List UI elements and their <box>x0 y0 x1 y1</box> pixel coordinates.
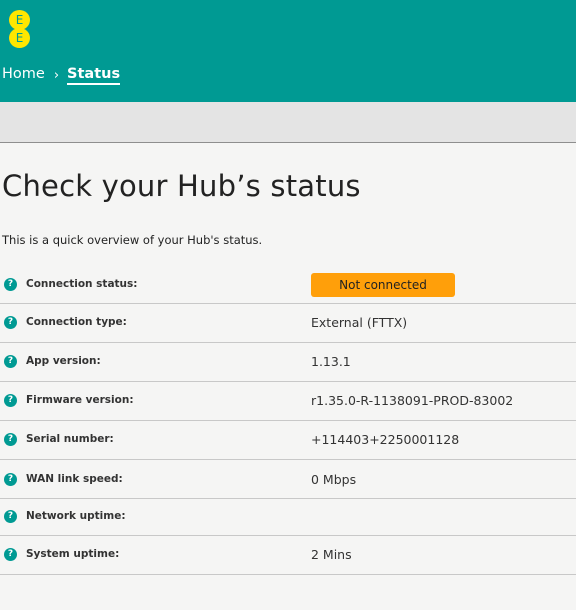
breadcrumb: Home › Status <box>2 64 121 85</box>
status-value: External (FTTX) <box>311 315 408 330</box>
ee-logo[interactable]: E E <box>9 10 31 48</box>
status-value: 1.13.1 <box>311 354 351 369</box>
status-label: Network uptime: <box>26 510 126 522</box>
logo-letter-bottom: E <box>9 28 30 48</box>
status-row-wan-link-speed: ? WAN link speed: 0 Mbps <box>0 460 576 499</box>
status-value: 0 Mbps <box>311 472 357 487</box>
help-icon[interactable]: ? <box>4 510 17 523</box>
connection-status-badge: Not connected <box>311 273 455 297</box>
help-icon[interactable]: ? <box>4 473 17 486</box>
status-label: Connection status: <box>26 278 138 290</box>
breadcrumb-home-link[interactable]: Home <box>2 66 45 82</box>
status-label: Connection type: <box>26 316 127 328</box>
breadcrumb-current-status[interactable]: Status <box>67 66 121 85</box>
status-table: ? Connection status: Not connected ? Con… <box>0 265 576 575</box>
status-row-system-uptime: ? System uptime: 2 Mins <box>0 536 576 575</box>
status-label: Serial number: <box>26 433 114 445</box>
status-value: 2 Mins <box>311 547 352 562</box>
page-intro-text: This is a quick overview of your Hub's s… <box>2 233 263 247</box>
help-icon[interactable]: ? <box>4 316 17 329</box>
status-row-connection-type: ? Connection type: External (FTTX) <box>0 304 576 343</box>
status-value: +114403+2250001128 <box>311 432 460 447</box>
help-icon[interactable]: ? <box>4 433 17 446</box>
help-icon[interactable]: ? <box>4 355 17 368</box>
status-label: App version: <box>26 355 101 367</box>
status-label: System uptime: <box>26 548 120 560</box>
help-icon[interactable]: ? <box>4 278 17 291</box>
help-icon[interactable]: ? <box>4 548 17 561</box>
status-row-network-uptime: ? Network uptime: <box>0 499 576 536</box>
status-row-app-version: ? App version: 1.13.1 <box>0 343 576 382</box>
logo-letter-top: E <box>9 10 30 30</box>
status-row-firmware-version: ? Firmware version: r1.35.0-R-1138091-PR… <box>0 382 576 421</box>
sub-navigation-bar <box>0 102 576 143</box>
status-row-serial-number: ? Serial number: +114403+2250001128 <box>0 421 576 460</box>
page-title: Check your Hub’s status <box>2 169 361 203</box>
status-label: Firmware version: <box>26 394 134 406</box>
help-icon[interactable]: ? <box>4 394 17 407</box>
chevron-right-icon: › <box>53 67 60 83</box>
status-value: r1.35.0-R-1138091-PROD-83002 <box>311 393 514 408</box>
status-row-connection-status: ? Connection status: Not connected <box>0 265 576 304</box>
status-label: WAN link speed: <box>26 473 123 485</box>
top-header: E E Home › Status <box>0 0 576 102</box>
